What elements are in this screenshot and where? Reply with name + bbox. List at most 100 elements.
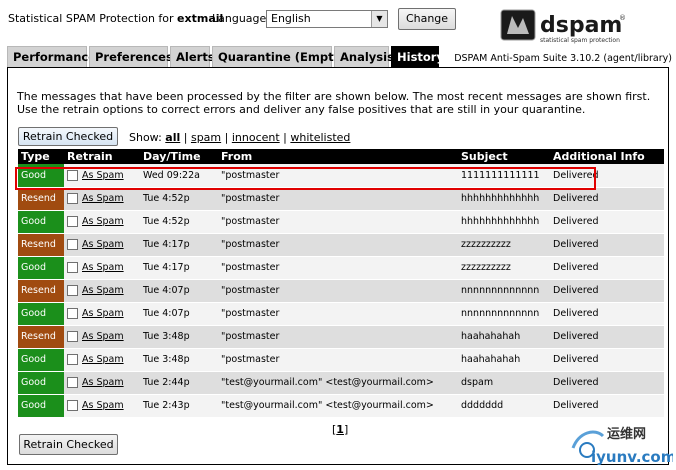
table-row: Resend As Spam Tue 4:07p "postmaster nnnnnnn…: [18, 279, 664, 303]
col-additional-info: Additional Info: [550, 149, 664, 164]
svg-text:运维网: 运维网: [607, 426, 646, 442]
time-cell: Tue 2:44p: [140, 371, 218, 395]
as-spam-link[interactable]: As Spam: [82, 216, 124, 227]
type-cell: Resend: [18, 187, 64, 211]
info-cell: Delivered: [550, 302, 664, 326]
subject-cell: zzzzzzzzzz: [458, 233, 550, 257]
type-cell: Good: [18, 210, 64, 234]
table-row: Resend As Spam Tue 3:48p "postmaster haahaha…: [18, 325, 664, 349]
subject-cell: dspam: [458, 371, 550, 395]
col-retrain: Retrain: [64, 149, 140, 164]
type-cell: Good: [18, 302, 64, 326]
retrain-cell: As Spam: [64, 394, 140, 418]
as-spam-link[interactable]: As Spam: [82, 193, 124, 204]
retrain-checkbox[interactable]: [67, 239, 78, 250]
filter-whitelisted-link[interactable]: whitelisted: [290, 131, 350, 144]
filter-innocent-link[interactable]: innocent: [232, 131, 280, 144]
tab-alerts[interactable]: Alerts: [170, 46, 215, 67]
table-row: Resend As Spam Tue 4:17p "postmaster zzzzzzz…: [18, 233, 664, 257]
subject-cell: zzzzzzzzzz: [458, 256, 550, 280]
filter-spam-link[interactable]: spam: [191, 131, 221, 144]
type-cell: Good: [18, 394, 64, 418]
type-cell: Good: [18, 348, 64, 372]
filter-all-link[interactable]: all: [165, 131, 180, 144]
subject-cell: nnnnnnnnnnnnn: [458, 279, 550, 303]
svg-text:dspam: dspam: [540, 13, 622, 38]
from-cell: "postmaster: [218, 233, 458, 257]
retrain-cell: As Spam: [64, 187, 140, 211]
as-spam-link[interactable]: As Spam: [82, 285, 124, 296]
subject-cell: hhhhhhhhhhhhh: [458, 187, 550, 211]
as-spam-link[interactable]: As Spam: [82, 308, 124, 319]
retrain-cell: As Spam: [64, 233, 140, 257]
subject-cell: haahahahah: [458, 325, 550, 349]
as-spam-link[interactable]: As Spam: [82, 331, 124, 342]
subject-cell: haahahahah: [458, 348, 550, 372]
page-title: Statistical SPAM Protection for extmail: [8, 12, 224, 25]
retrain-checkbox[interactable]: [67, 169, 78, 181]
from-cell: "test@yourmail.com" <test@yourmail.com>: [218, 371, 458, 395]
from-cell: "postmaster: [218, 256, 458, 280]
page-link-1[interactable]: 1: [336, 423, 344, 436]
history-table: Type Retrain Day/Time From Subject Addit…: [18, 149, 664, 418]
table-row: Good As Spam Tue 2:43p "test@yourmail.com" …: [18, 394, 664, 418]
change-button[interactable]: Change: [398, 8, 456, 30]
retrain-checkbox[interactable]: [67, 308, 78, 319]
table-row: Resend As Spam Tue 4:52p "postmaster hhhhhhh…: [18, 187, 664, 211]
as-spam-link[interactable]: As Spam: [82, 262, 124, 273]
retrain-cell: As Spam: [64, 371, 140, 395]
language-select[interactable]: English ▼: [266, 10, 388, 28]
as-spam-link[interactable]: As Spam: [82, 377, 124, 388]
tab-preferences[interactable]: Preferences: [89, 46, 173, 67]
as-spam-link[interactable]: As Spam: [82, 170, 124, 181]
retrain-checkbox[interactable]: [67, 285, 78, 296]
table-header: Type Retrain Day/Time From Subject Addit…: [18, 149, 664, 164]
table-row: Good As Spam Tue 4:17p "postmaster zzzzzzzzz…: [18, 256, 664, 280]
type-cell: Resend: [18, 233, 64, 257]
retrain-checkbox[interactable]: [67, 216, 78, 227]
table-row: Good As Spam Tue 4:52p "postmaster hhhhhhhhh…: [18, 210, 664, 234]
tab-quarantine[interactable]: Quarantine (Empty): [212, 46, 346, 67]
retrain-cell: As Spam: [64, 302, 140, 326]
pagination: [1]: [332, 423, 349, 436]
table-row: Good As Spam Wed 09:22a "postmaster 11111111…: [18, 164, 664, 188]
retrain-checkbox[interactable]: [67, 193, 78, 204]
chevron-down-icon[interactable]: ▼: [371, 11, 387, 27]
svg-text:statistical spam protection: statistical spam protection: [540, 37, 620, 44]
from-cell: "postmaster: [218, 210, 458, 234]
tab-analysis[interactable]: Analysis: [334, 46, 394, 67]
retrain-checked-button-bottom[interactable]: Retrain Checked: [19, 434, 118, 455]
info-cell: Delivered: [550, 233, 664, 257]
as-spam-link[interactable]: As Spam: [82, 354, 124, 365]
retrain-checkbox[interactable]: [67, 400, 78, 411]
retrain-checkbox[interactable]: [67, 354, 78, 365]
retrain-cell: As Spam: [64, 164, 140, 188]
svg-text:®: ®: [619, 14, 626, 22]
time-cell: Tue 3:48p: [140, 325, 218, 349]
info-cell: Delivered: [550, 394, 664, 418]
time-cell: Tue 4:17p: [140, 233, 218, 257]
retrain-checkbox[interactable]: [67, 377, 78, 388]
retrain-checkbox[interactable]: [67, 331, 78, 342]
from-cell: "test@yourmail.com" <test@yourmail.com>: [218, 394, 458, 418]
retrain-checked-button[interactable]: Retrain Checked: [18, 127, 118, 146]
col-daytime: Day/Time: [140, 149, 218, 164]
from-cell: "postmaster: [218, 164, 458, 188]
info-cell: Delivered: [550, 164, 664, 188]
type-cell: Resend: [18, 325, 64, 349]
col-type: Type: [18, 149, 64, 164]
as-spam-link[interactable]: As Spam: [82, 400, 124, 411]
watermark: 运维网 iyunv.com: [571, 426, 673, 466]
as-spam-link[interactable]: As Spam: [82, 239, 124, 250]
type-cell: Good: [18, 371, 64, 395]
time-cell: Wed 09:22a: [140, 164, 218, 188]
info-cell: Delivered: [550, 210, 664, 234]
tab-history[interactable]: History: [391, 46, 444, 67]
tab-performance[interactable]: Performance: [7, 46, 96, 67]
time-cell: Tue 3:48p: [140, 348, 218, 372]
time-cell: Tue 4:07p: [140, 302, 218, 326]
top-bar: Statistical SPAM Protection for extmail …: [0, 0, 676, 64]
retrain-cell: As Spam: [64, 348, 140, 372]
retrain-checkbox[interactable]: [67, 262, 78, 273]
table-row: Good As Spam Tue 4:07p "postmaster nnnnnnnnn…: [18, 302, 664, 326]
